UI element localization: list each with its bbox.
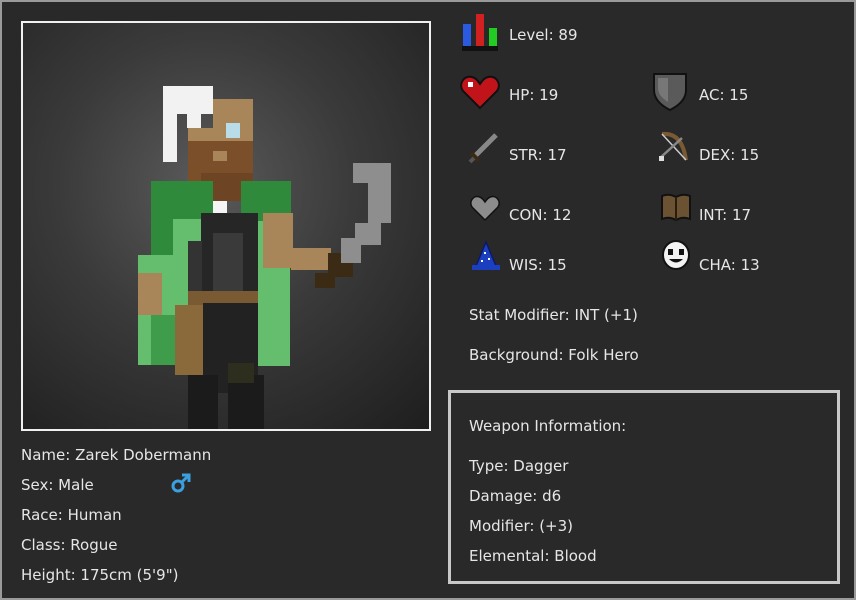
cha-stat: CHA: 13	[699, 256, 760, 274]
weapon-modifier: Modifier: (+3)	[469, 517, 574, 535]
bow-icon	[658, 130, 690, 168]
character-portrait	[21, 21, 431, 431]
weapon-elemental: Elemental: Blood	[469, 547, 597, 565]
weapon-type: Type: Dagger	[469, 457, 569, 475]
character-height: Height: 175cm (5'9")	[21, 566, 179, 584]
weapon-info-title: Weapon Information:	[469, 417, 627, 435]
hp-stat: HP: 19	[509, 86, 559, 104]
background: Background: Folk Hero	[469, 346, 639, 364]
sword-icon	[468, 132, 500, 168]
level-bars-icon	[460, 12, 500, 56]
book-icon	[660, 192, 692, 226]
weapon-info-box: Weapon Information: Type: Dagger Damage:…	[448, 390, 840, 584]
character-sex: Sex: Male	[21, 476, 94, 494]
level-stat: Level: 89	[509, 26, 578, 44]
int-stat: INT: 17	[699, 206, 752, 224]
character-class: Class: Rogue	[21, 536, 118, 554]
ac-stat: AC: 15	[699, 86, 749, 104]
wis-stat: WIS: 15	[509, 256, 567, 274]
character-sheet-panel: Name: Zarek Dobermann Sex: Male Race: Hu…	[0, 0, 856, 600]
wizard-hat-icon	[470, 240, 502, 276]
weapon-damage: Damage: d6	[469, 487, 562, 505]
shield-icon	[652, 72, 688, 116]
character-race: Race: Human	[21, 506, 122, 524]
male-symbol-icon	[170, 472, 192, 498]
stat-modifier: Stat Modifier: INT (+1)	[469, 306, 638, 324]
str-stat: STR: 17	[509, 146, 567, 164]
con-stat: CON: 12	[509, 206, 572, 224]
comedy-mask-icon	[660, 240, 692, 278]
gray-heart-icon	[470, 194, 500, 226]
dex-stat: DEX: 15	[699, 146, 760, 164]
heart-icon	[460, 74, 500, 114]
rogue-sprite-image	[138, 86, 391, 429]
character-name: Name: Zarek Dobermann	[21, 446, 212, 464]
